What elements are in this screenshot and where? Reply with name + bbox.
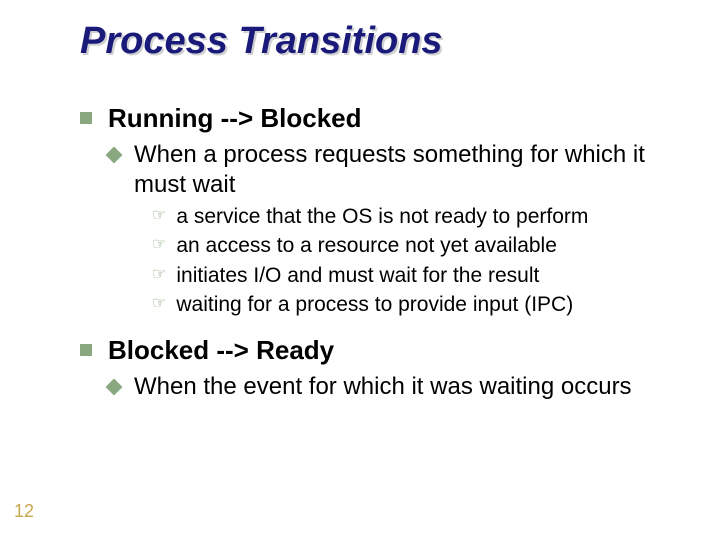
section-1-item-0-text: a service that the OS is not ready to pe…: [176, 204, 588, 229]
section-1-item-1-text: an access to a resource not yet availabl…: [176, 233, 557, 258]
section-1-sub: When a process requests something for wh…: [108, 140, 680, 200]
pointing-hand-icon: ☞: [152, 237, 166, 253]
pointing-hand-icon: ☞: [152, 296, 166, 312]
square-bullet-icon: [80, 344, 92, 356]
pointing-hand-icon: ☞: [152, 208, 166, 224]
section-1-item-3-text: waiting for a process to provide input (…: [176, 292, 573, 317]
section-1-heading: Running --> Blocked: [108, 103, 362, 134]
slide: Process Transitions Running --> Blocked …: [0, 0, 720, 540]
slide-title: Process Transitions: [80, 20, 680, 63]
section-1-sub-text: When a process requests something for wh…: [134, 140, 674, 200]
section-1-item-3: ☞ waiting for a process to provide input…: [152, 292, 680, 317]
section-2-sub: When the event for which it was waiting …: [108, 372, 680, 402]
section-1: Running --> Blocked: [80, 103, 680, 134]
section-2-sub-text: When the event for which it was waiting …: [134, 372, 632, 402]
section-1-item-0: ☞ a service that the OS is not ready to …: [152, 204, 680, 229]
section-2-heading: Blocked --> Ready: [108, 335, 334, 366]
pointing-hand-icon: ☞: [152, 267, 166, 283]
square-bullet-icon: [80, 112, 92, 124]
section-1-item-2: ☞ initiates I/O and must wait for the re…: [152, 263, 680, 288]
section-2: Blocked --> Ready: [80, 335, 680, 366]
diamond-bullet-icon: [106, 379, 123, 396]
section-1-item-1: ☞ an access to a resource not yet availa…: [152, 233, 680, 258]
page-number: 12: [14, 501, 34, 522]
diamond-bullet-icon: [106, 147, 123, 164]
section-1-item-2-text: initiates I/O and must wait for the resu…: [176, 263, 539, 288]
